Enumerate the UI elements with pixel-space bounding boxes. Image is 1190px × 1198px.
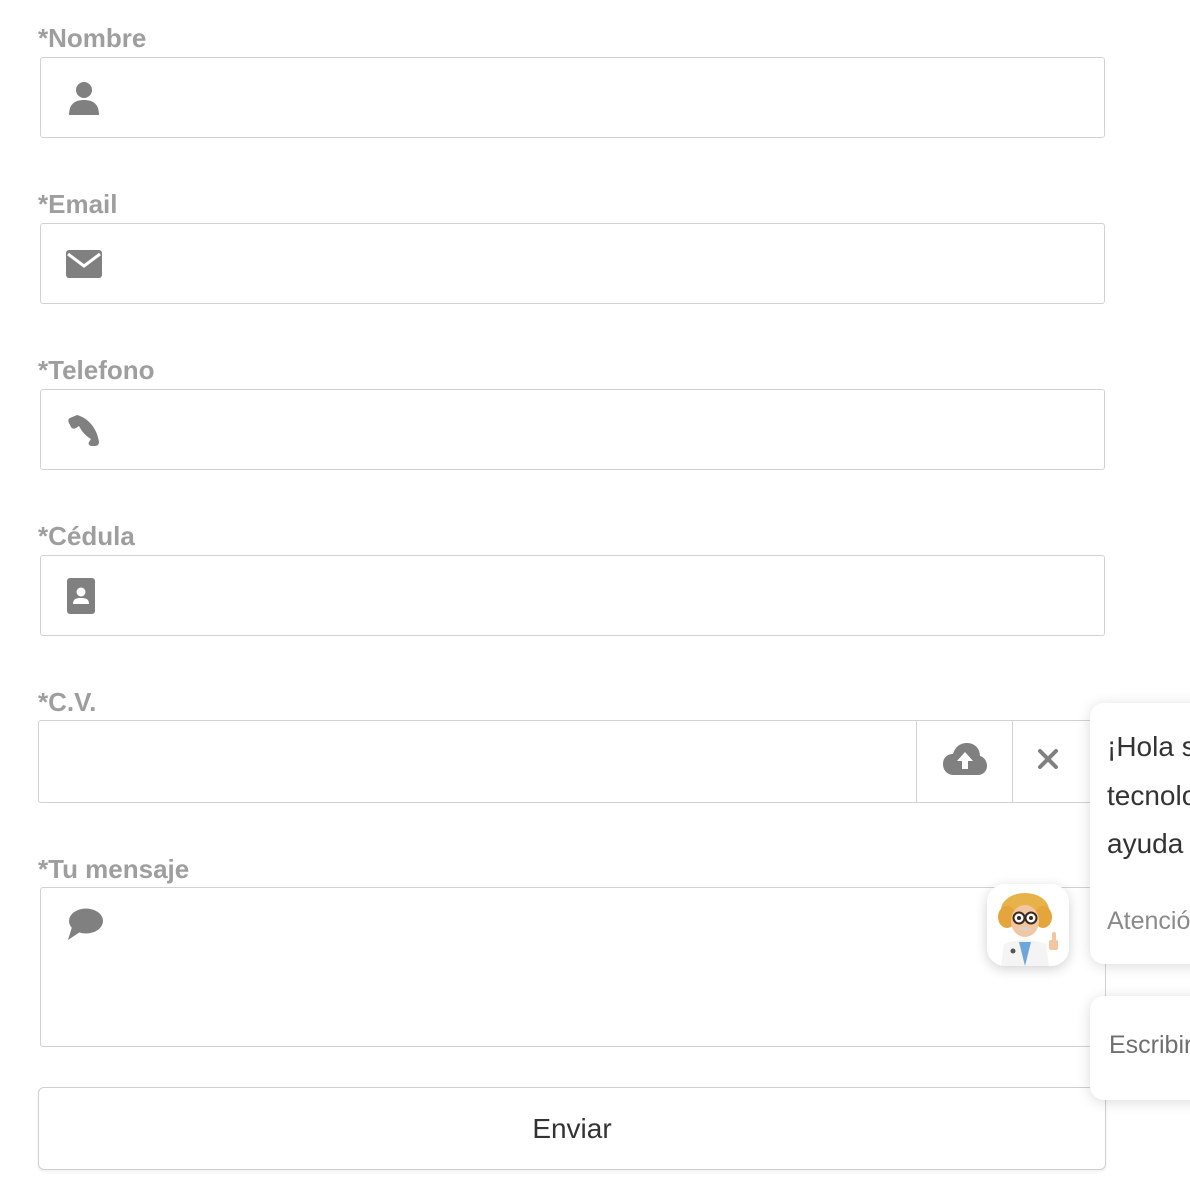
close-icon <box>1037 748 1059 775</box>
email-label: *Email <box>38 189 118 219</box>
comment-icon <box>66 908 104 942</box>
id-input[interactable] <box>121 556 1084 635</box>
name-input[interactable] <box>121 58 1084 137</box>
message-label: *Tu mensaje <box>38 854 190 884</box>
message-textarea[interactable] <box>121 904 1085 1030</box>
envelope-icon <box>66 246 102 282</box>
cv-upload-button[interactable] <box>916 721 1013 802</box>
chat-subtitle: Atenció <box>1107 907 1190 935</box>
cloud-upload-icon <box>943 743 987 780</box>
phone-field[interactable] <box>40 389 1105 470</box>
chat-greeting-bubble[interactable]: ¡Hola s tecnolo ayuda Atenció <box>1090 703 1190 964</box>
phone-input[interactable] <box>121 390 1084 469</box>
phone-icon <box>66 412 102 448</box>
id-field[interactable] <box>40 555 1105 636</box>
assistant-avatar-icon[interactable] <box>987 884 1069 966</box>
user-icon <box>66 80 102 116</box>
cv-label: *C.V. <box>38 687 97 717</box>
id-label: *Cédula <box>38 521 135 551</box>
name-label: *Nombre <box>38 23 147 53</box>
chat-greeting-line: ayuda <box>1107 828 1184 859</box>
chat-input[interactable] <box>1107 1030 1190 1061</box>
message-field[interactable] <box>40 887 1106 1047</box>
cv-file-field[interactable] <box>38 720 1108 803</box>
submit-button[interactable]: Enviar <box>38 1087 1106 1170</box>
id-card-icon <box>63 577 99 614</box>
chat-greeting-line: tecnolo <box>1107 779 1190 811</box>
phone-label: *Telefono <box>38 355 155 385</box>
contact-form-page: *Nombre *Email *Telefono *Cédula *C.V. *… <box>0 0 1190 1198</box>
chat-greeting-text: ¡Hola s tecnolo ayuda <box>1107 723 1190 869</box>
chat-greeting-line: ¡Hola s <box>1107 731 1190 762</box>
email-field[interactable] <box>40 223 1105 304</box>
name-field[interactable] <box>40 57 1105 138</box>
email-input[interactable] <box>121 224 1084 303</box>
chat-input-panel[interactable] <box>1090 996 1190 1100</box>
